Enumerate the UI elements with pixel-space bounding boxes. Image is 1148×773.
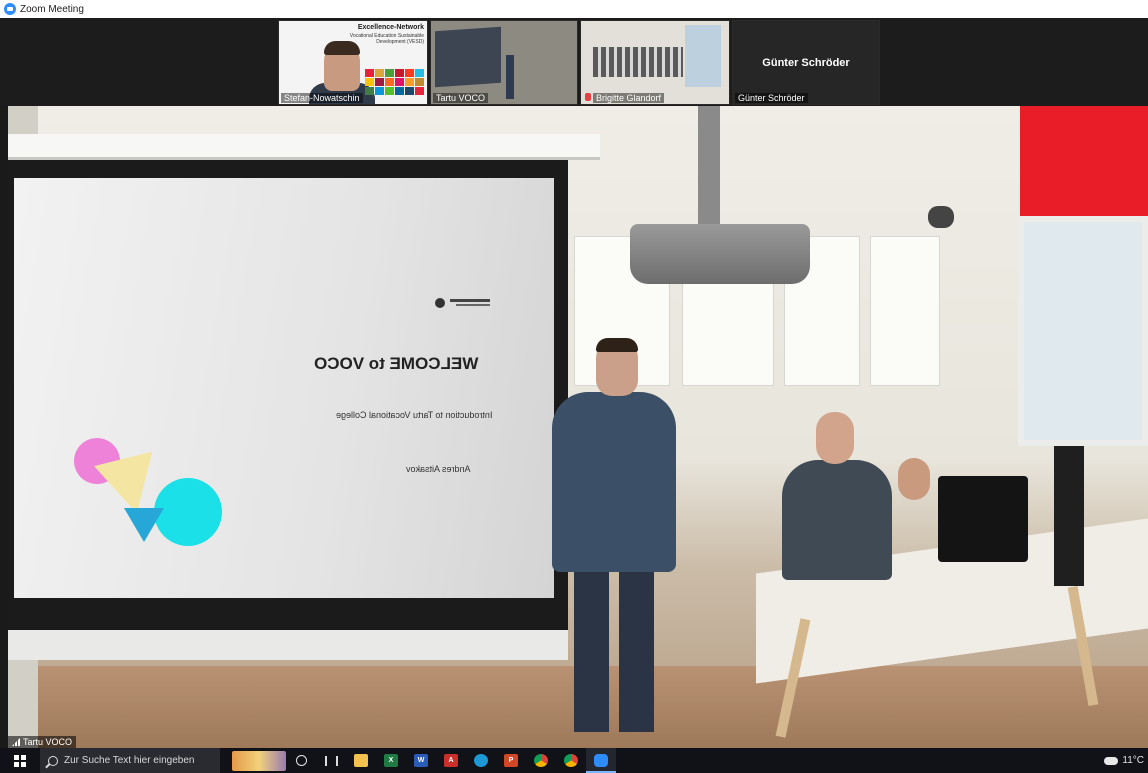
sdg-icons-grid [365, 69, 424, 95]
weather-cloud-icon [1104, 756, 1119, 765]
search-placeholder: Zur Suche Text hier eingeben [64, 755, 195, 766]
participant-tile-brigitte[interactable]: Brigitte Glandorf [580, 20, 730, 105]
windows-logo-icon [14, 754, 26, 767]
acrobat-icon: A [444, 754, 458, 767]
desk-monitor [938, 476, 1028, 562]
projection-screen: WELCOME to VOCO Introduction to Tartu Vo… [8, 160, 568, 660]
ptz-camera-icon [928, 206, 954, 228]
task-view-icon [324, 755, 338, 766]
seated-person-head [898, 458, 930, 500]
cyan-circle-shape [154, 478, 222, 546]
classroom-window [1018, 216, 1148, 446]
active-speaker-video[interactable]: WELCOME to VOCO Introduction to Tartu Vo… [8, 106, 1148, 748]
presenter-legs [574, 572, 654, 732]
participant-name: Günter Schröder [735, 93, 808, 103]
cortana-button[interactable] [286, 748, 316, 773]
participant-name: Brigitte Glandorf [593, 93, 665, 103]
presenter-body [552, 392, 676, 572]
gallery-strip: Excellence-Network Vocational Education … [0, 18, 1148, 106]
taskbar-zoom[interactable] [586, 748, 616, 773]
taskbar-chrome-2[interactable] [556, 748, 586, 773]
folder-icon [354, 754, 368, 767]
windows-taskbar: Zur Suche Text hier eingeben X W A P 11°… [0, 748, 1148, 773]
taskbar-powerpoint[interactable]: P [496, 748, 526, 773]
taskbar-search-box[interactable]: Zur Suche Text hier eingeben [40, 748, 220, 773]
powerpoint-icon: P [504, 754, 518, 767]
taskbar-file-explorer[interactable] [346, 748, 376, 773]
red-window-blind [1020, 106, 1148, 232]
poster [870, 236, 940, 386]
participant-tile-tartu-voco[interactable]: Tartu VOCO [430, 20, 578, 105]
projection-screen-thumb [435, 26, 501, 88]
presenter-hair [596, 338, 638, 352]
participant-name: Stefan-Nowatschin [281, 93, 363, 103]
taskbar-word[interactable]: W [406, 748, 436, 773]
start-button[interactable] [0, 748, 40, 773]
weather-temperature: 11°C [1122, 755, 1144, 766]
system-tray[interactable]: 11°C [1104, 755, 1148, 766]
slide-heading: WELCOME to VOCO [314, 354, 479, 373]
presenter-thumb [506, 55, 514, 99]
search-highlight-thumbnail[interactable] [232, 750, 286, 771]
window-titlebar[interactable]: Zoom Meeting [0, 0, 1148, 18]
seated-person-head [816, 412, 854, 464]
monitor-arm [1054, 446, 1084, 586]
signal-strength-icon [12, 738, 20, 746]
excel-icon: X [384, 754, 398, 767]
blue-triangle-shape [124, 508, 164, 542]
chrome-icon [534, 754, 548, 767]
participant-hair [324, 41, 360, 55]
participant-name: Tartu VOCO [433, 93, 489, 103]
taskbar-acrobat[interactable]: A [436, 748, 466, 773]
voco-logo-icon [435, 298, 490, 308]
task-view-button[interactable] [316, 748, 346, 773]
active-speaker-name: Tartu VOCO [23, 737, 73, 747]
zoom-icon [594, 754, 608, 767]
muted-mic-icon [585, 93, 591, 101]
projected-slide: WELCOME to VOCO Introduction to Tartu Vo… [14, 178, 554, 598]
seated-person-body [782, 460, 892, 580]
slide-subtitle: Introduction to Tartu Vocational College [336, 410, 493, 420]
slide-author: Andres Aitsakov [406, 464, 471, 474]
taskbar-chrome[interactable] [526, 748, 556, 773]
word-icon: W [414, 754, 428, 767]
search-icon [48, 755, 58, 766]
participant-display-name: Günter Schröder [762, 57, 850, 69]
participant-tile-guenter[interactable]: Günter Schröder Günter Schröder [732, 20, 880, 105]
binder-shelf [593, 47, 683, 77]
cortana-icon [295, 755, 307, 766]
taskbar-edge[interactable] [466, 748, 496, 773]
office-window [685, 25, 721, 87]
zoom-logo-icon [4, 3, 16, 15]
projection-screen-housing [8, 134, 600, 160]
ceiling-projector [630, 224, 810, 284]
taskbar-excel[interactable]: X [376, 748, 406, 773]
active-speaker-label: Tartu VOCO [8, 736, 77, 748]
screen-bottom-bar [8, 630, 568, 660]
shared-slide-title: Excellence-Network [357, 24, 424, 31]
window-title: Zoom Meeting [20, 3, 84, 15]
chrome-icon [564, 754, 578, 767]
edge-icon [474, 754, 488, 767]
participant-tile-stefan[interactable]: Excellence-Network Vocational Education … [278, 20, 428, 105]
projector-mount-pole [698, 106, 720, 228]
